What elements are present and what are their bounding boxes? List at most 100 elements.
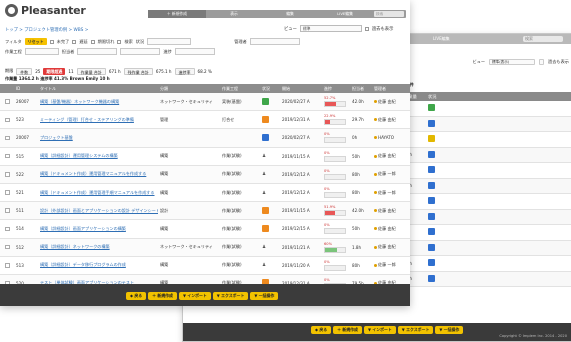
incomplete-checkbox[interactable] bbox=[49, 39, 54, 44]
col-manager[interactable]: 管理者 bbox=[372, 86, 406, 92]
back-status-icon[interactable] bbox=[428, 181, 435, 189]
table-row[interactable]: 20007 プロジェクト基盤 2020/02/27 A 0% 0h HAYATO bbox=[0, 129, 410, 148]
row-checkbox[interactable] bbox=[5, 208, 10, 213]
reset-button[interactable]: リセット bbox=[24, 38, 47, 45]
breadcrumb[interactable]: トップ > プロジェクト管理の例 > WBS > bbox=[5, 27, 88, 33]
table-row[interactable]: 26007 構築（基盤/機器）ネットワーク機器の構築 ネットワーク・セキュリティ 実装… bbox=[0, 93, 410, 112]
agg-overdue-label[interactable]: 期限超過 bbox=[43, 67, 66, 75]
return-button[interactable]: ◆ 戻る bbox=[126, 292, 147, 300]
agg-rate-label[interactable]: 進捗率 bbox=[174, 67, 195, 75]
manager-filter-select[interactable] bbox=[249, 38, 300, 45]
delay-checkbox[interactable] bbox=[72, 39, 77, 44]
nav-edit[interactable]: 編集 bbox=[262, 10, 318, 18]
table-row[interactable]: 512 構築（詳細設計）ネットワークの構築 ネットワーク・セキュリティ 作業(試験) ♟… bbox=[0, 238, 410, 257]
back-status-icon[interactable] bbox=[428, 119, 435, 127]
col-owner[interactable]: 担当者 bbox=[350, 86, 372, 92]
back-new-button[interactable]: ＋ 新規作成 bbox=[333, 326, 362, 334]
row-checkbox[interactable] bbox=[5, 244, 10, 250]
table-row[interactable]: 521 構築（ドキュメント作成）運用管理手順マニュアルを作成する 構築 作業(試験) ♟… bbox=[0, 184, 410, 203]
col-title[interactable]: タイトル bbox=[38, 86, 158, 92]
table-row[interactable]: 515 構築（詳細設計）運用管理システムの構築 構築 作業(試験) ♟ 2019/11/1… bbox=[0, 148, 410, 166]
nav-view[interactable]: 表示 bbox=[206, 10, 262, 18]
table-row[interactable]: 513 構築（詳細設計）データ移行プログラムの作成 構築 作業(試験) ♟ 2019/11… bbox=[0, 257, 410, 275]
back-col-status[interactable]: 状況 bbox=[425, 94, 449, 100]
row-title[interactable]: 構築（ドキュメント作成）運用管理手順マニュアルを作成する bbox=[38, 190, 158, 196]
back-status-icon[interactable] bbox=[428, 135, 435, 143]
row-title[interactable]: 構築（詳細設計）ネットワークの構築 bbox=[38, 244, 158, 250]
export-button[interactable]: ▼ エクスポート bbox=[212, 292, 249, 300]
filter-toggle[interactable]: フィルタ bbox=[5, 39, 22, 45]
back-past-checkbox[interactable] bbox=[539, 59, 545, 65]
back-search-input[interactable]: 検索 bbox=[523, 36, 563, 42]
person-icon[interactable]: ♟ bbox=[262, 191, 266, 196]
row-checkbox[interactable] bbox=[5, 263, 10, 268]
owner-filter-select[interactable] bbox=[77, 48, 118, 55]
nav-new[interactable]: ＋ 新規作成 bbox=[148, 10, 206, 18]
row-title[interactable]: 構築（詳細設計）画面アプリケーションの構築 bbox=[38, 226, 158, 232]
import-button[interactable]: ▼ インポート bbox=[178, 292, 211, 300]
status-icon[interactable] bbox=[262, 224, 269, 232]
bulk-button[interactable]: ▼ 一括操作 bbox=[250, 292, 279, 300]
overdue-checkbox[interactable] bbox=[90, 39, 95, 44]
back-return-button[interactable]: ◆ 戻る bbox=[311, 326, 332, 334]
table-row[interactable]: 522 構築（ドキュメント作成）運用管理マニュアルを作成する 構築 作業(試験) ♟ 20… bbox=[0, 165, 410, 184]
row-checkbox[interactable] bbox=[5, 117, 10, 123]
row-title[interactable]: 構築（詳細設計）運用管理システムの構築 bbox=[38, 153, 158, 159]
back-status-icon[interactable] bbox=[428, 243, 435, 251]
back-status-icon[interactable] bbox=[428, 212, 435, 220]
col-work[interactable]: 作業工程 bbox=[220, 86, 260, 92]
nav-live-edit[interactable]: LIVE編集 bbox=[318, 10, 372, 18]
back-status-icon[interactable] bbox=[428, 274, 435, 282]
search-checkbox[interactable] bbox=[117, 39, 122, 44]
extra-filter-select[interactable] bbox=[120, 48, 161, 55]
progress-filter-select[interactable] bbox=[174, 48, 215, 55]
row-title[interactable]: 設計（外部設計）画面とアプリケーションの設計 デザインシートの作成 bbox=[38, 208, 158, 214]
back-status-icon[interactable] bbox=[428, 166, 435, 174]
col-id[interactable]: ID bbox=[14, 86, 38, 91]
status-icon[interactable] bbox=[262, 133, 269, 141]
person-icon[interactable]: ♟ bbox=[262, 172, 266, 177]
back-import-button[interactable]: ▼ インポート bbox=[363, 326, 396, 334]
row-checkbox[interactable] bbox=[5, 153, 10, 159]
row-title[interactable]: 構築（基盤/機器）ネットワーク機器の構築 bbox=[38, 99, 158, 105]
logo[interactable]: Pleasanter bbox=[5, 4, 86, 17]
col-start[interactable]: 開始 bbox=[280, 86, 322, 92]
row-title[interactable]: ミーティング（管理）打合せ・ステアリングの準備 bbox=[38, 117, 158, 123]
col-category[interactable]: 分類 bbox=[158, 86, 220, 92]
view-select[interactable]: 標準 bbox=[299, 25, 362, 32]
status-filter-select[interactable] bbox=[147, 38, 192, 45]
col-progress[interactable]: 進捗 bbox=[322, 86, 350, 92]
table-row[interactable]: 523 ミーティング（管理）打合せ・ステアリングの準備 管理 打合せ 2019/12/3… bbox=[0, 111, 410, 130]
table-row[interactable]: 514 構築（詳細設計）画面アプリケーションの構築 構築 作業(試験) 2019/12/… bbox=[0, 220, 410, 239]
work-filter-select[interactable] bbox=[24, 48, 59, 55]
back-status-icon[interactable] bbox=[428, 197, 435, 205]
back-status-icon[interactable] bbox=[428, 150, 435, 158]
row-checkbox[interactable] bbox=[5, 172, 10, 177]
back-nav-live[interactable]: LIVE編集 bbox=[433, 36, 450, 42]
back-status-icon[interactable] bbox=[428, 104, 435, 112]
row-title[interactable]: 構築（詳細設計）データ移行プログラムの作成 bbox=[38, 262, 158, 268]
table-row[interactable]: 511 設計（外部設計）画面とアプリケーションの設計 デザインシートの作成設計 作業… bbox=[0, 202, 410, 221]
search-input[interactable]: 検索 bbox=[374, 11, 404, 17]
status-icon[interactable] bbox=[262, 206, 269, 214]
agg-remaining-label[interactable]: 残作業 合計 bbox=[123, 67, 153, 75]
person-icon[interactable]: ♟ bbox=[262, 154, 266, 159]
past-checkbox[interactable] bbox=[364, 26, 369, 31]
back-export-button[interactable]: ▼ エクスポート bbox=[397, 326, 434, 334]
new-button[interactable]: ＋ 新規作成 bbox=[148, 292, 177, 300]
col-status[interactable]: 状況 bbox=[260, 86, 280, 92]
row-checkbox[interactable] bbox=[5, 99, 10, 104]
agg-workload-label[interactable]: 作業量 合計 bbox=[76, 67, 106, 75]
back-bulk-button[interactable]: ▼ 一括操作 bbox=[435, 326, 464, 334]
back-view-select[interactable]: 標準(表示) bbox=[489, 59, 536, 65]
status-icon[interactable] bbox=[262, 115, 269, 123]
back-status-icon[interactable] bbox=[428, 259, 435, 267]
person-icon[interactable]: ♟ bbox=[262, 245, 266, 250]
row-title[interactable]: プロジェクト基盤 bbox=[38, 135, 158, 141]
row-checkbox[interactable] bbox=[5, 226, 10, 232]
back-status-icon[interactable] bbox=[428, 228, 435, 236]
row-checkbox[interactable] bbox=[5, 135, 10, 141]
status-icon[interactable] bbox=[262, 97, 269, 105]
person-icon[interactable]: ♟ bbox=[262, 263, 266, 268]
row-title[interactable]: 構築（ドキュメント作成）運用管理マニュアルを作成する bbox=[38, 171, 158, 177]
